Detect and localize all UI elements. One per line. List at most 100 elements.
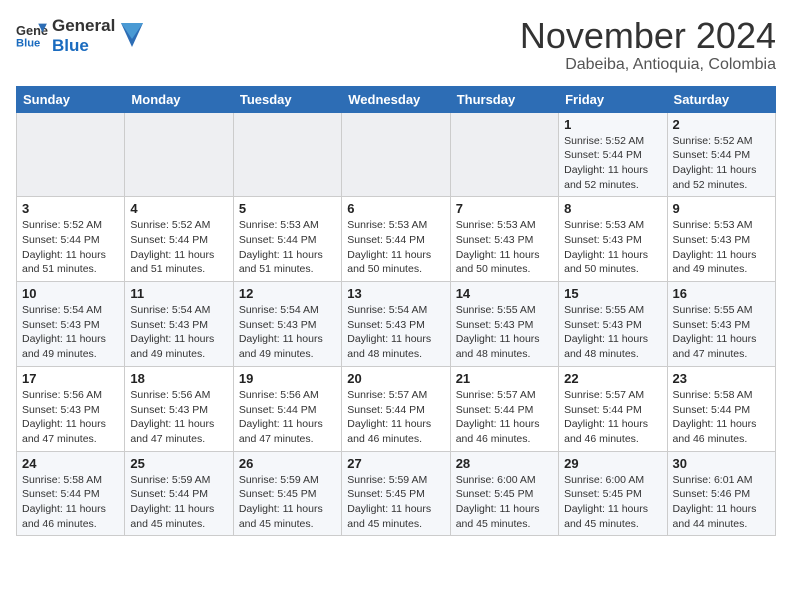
calendar-cell: 15 Sunrise: 5:55 AM Sunset: 5:43 PM Dayli… [559, 282, 667, 367]
day-number: 28 [456, 456, 553, 471]
day-info: Sunrise: 5:55 AM Sunset: 5:43 PM Dayligh… [673, 303, 770, 362]
header-thursday: Thursday [450, 86, 558, 112]
calendar-cell: 29Sunrise: 6:00 AM Sunset: 5:45 PM Dayli… [559, 451, 667, 536]
calendar-week-row-2: 3Sunrise: 5:52 AM Sunset: 5:44 PM Daylig… [17, 197, 776, 282]
calendar-cell: 5 Sunrise: 5:53 AM Sunset: 5:44 PM Daylig… [233, 197, 341, 282]
day-number: 22 [564, 371, 661, 386]
day-info: Sunrise: 6:01 AM Sunset: 5:46 PM Dayligh… [673, 473, 770, 532]
day-number: 20 [347, 371, 444, 386]
calendar-cell [450, 112, 558, 197]
day-number: 9 [673, 201, 770, 216]
calendar-week-row-3: 10 Sunrise: 5:54 AM Sunset: 5:43 PM Dayli… [17, 282, 776, 367]
svg-text:Blue: Blue [16, 37, 40, 49]
calendar-cell [17, 112, 125, 197]
header-monday: Monday [125, 86, 233, 112]
day-number: 8 [564, 201, 661, 216]
weekday-header-row: Sunday Monday Tuesday Wednesday Thursday… [17, 86, 776, 112]
day-number: 21 [456, 371, 553, 386]
day-info: Sunrise: 5:53 AM Sunset: 5:43 PM Dayligh… [456, 218, 553, 277]
day-number: 30 [673, 456, 770, 471]
calendar-cell: 2 Sunrise: 5:52 AM Sunset: 5:44 PM Daylig… [667, 112, 775, 197]
calendar-cell: 10 Sunrise: 5:54 AM Sunset: 5:43 PM Dayli… [17, 282, 125, 367]
day-info: Sunrise: 5:55 AM Sunset: 5:43 PM Dayligh… [564, 303, 661, 362]
day-number: 25 [130, 456, 227, 471]
day-number: 4 [130, 201, 227, 216]
day-info: Sunrise: 5:58 AM Sunset: 5:44 PM Dayligh… [673, 388, 770, 447]
calendar-cell: 17 Sunrise: 5:56 AM Sunset: 5:43 PM Dayli… [17, 366, 125, 451]
calendar-cell: 24 Sunrise: 5:58 AM Sunset: 5:44 PM Dayli… [17, 451, 125, 536]
calendar-cell: 1Sunrise: 5:52 AM Sunset: 5:44 PM Daylig… [559, 112, 667, 197]
calendar-cell: 8Sunrise: 5:53 AM Sunset: 5:43 PM Daylig… [559, 197, 667, 282]
day-info: Sunrise: 5:56 AM Sunset: 5:43 PM Dayligh… [22, 388, 119, 447]
day-number: 15 [564, 286, 661, 301]
calendar-table: Sunday Monday Tuesday Wednesday Thursday… [16, 86, 776, 537]
day-number: 17 [22, 371, 119, 386]
logo-blue: Blue [52, 36, 115, 56]
day-info: Sunrise: 5:52 AM Sunset: 5:44 PM Dayligh… [22, 218, 119, 277]
calendar-cell [233, 112, 341, 197]
day-info: Sunrise: 5:54 AM Sunset: 5:43 PM Dayligh… [347, 303, 444, 362]
calendar-cell: 3Sunrise: 5:52 AM Sunset: 5:44 PM Daylig… [17, 197, 125, 282]
day-number: 16 [673, 286, 770, 301]
calendar-cell: 28 Sunrise: 6:00 AM Sunset: 5:45 PM Dayli… [450, 451, 558, 536]
day-info: Sunrise: 5:53 AM Sunset: 5:44 PM Dayligh… [347, 218, 444, 277]
calendar-cell: 16 Sunrise: 5:55 AM Sunset: 5:43 PM Dayli… [667, 282, 775, 367]
calendar-cell: 23 Sunrise: 5:58 AM Sunset: 5:44 PM Dayli… [667, 366, 775, 451]
day-info: Sunrise: 6:00 AM Sunset: 5:45 PM Dayligh… [564, 473, 661, 532]
calendar-cell [125, 112, 233, 197]
calendar-cell: 12Sunrise: 5:54 AM Sunset: 5:43 PM Dayli… [233, 282, 341, 367]
day-info: Sunrise: 5:59 AM Sunset: 5:45 PM Dayligh… [239, 473, 336, 532]
calendar-cell: 20 Sunrise: 5:57 AM Sunset: 5:44 PM Dayli… [342, 366, 450, 451]
calendar-cell: 7 Sunrise: 5:53 AM Sunset: 5:43 PM Daylig… [450, 197, 558, 282]
day-number: 2 [673, 117, 770, 132]
calendar-cell: 11 Sunrise: 5:54 AM Sunset: 5:43 PM Dayli… [125, 282, 233, 367]
calendar-cell: 13 Sunrise: 5:54 AM Sunset: 5:43 PM Dayli… [342, 282, 450, 367]
calendar-cell: 18Sunrise: 5:56 AM Sunset: 5:43 PM Dayli… [125, 366, 233, 451]
day-info: Sunrise: 5:53 AM Sunset: 5:44 PM Dayligh… [239, 218, 336, 277]
day-number: 12 [239, 286, 336, 301]
calendar-cell: 22 Sunrise: 5:57 AM Sunset: 5:44 PM Dayli… [559, 366, 667, 451]
calendar-cell: 26Sunrise: 5:59 AM Sunset: 5:45 PM Dayli… [233, 451, 341, 536]
day-number: 7 [456, 201, 553, 216]
day-number: 18 [130, 371, 227, 386]
day-number: 23 [673, 371, 770, 386]
logo-icon: General Blue [16, 22, 48, 50]
day-number: 13 [347, 286, 444, 301]
header-sunday: Sunday [17, 86, 125, 112]
header-saturday: Saturday [667, 86, 775, 112]
logo: General Blue General Blue [16, 16, 143, 55]
day-number: 6 [347, 201, 444, 216]
calendar-cell: 14Sunrise: 5:55 AM Sunset: 5:43 PM Dayli… [450, 282, 558, 367]
day-info: Sunrise: 5:57 AM Sunset: 5:44 PM Dayligh… [564, 388, 661, 447]
header: General Blue General Blue November 2024 … [16, 16, 776, 74]
day-info: Sunrise: 5:58 AM Sunset: 5:44 PM Dayligh… [22, 473, 119, 532]
day-info: Sunrise: 5:56 AM Sunset: 5:44 PM Dayligh… [239, 388, 336, 447]
day-number: 14 [456, 286, 553, 301]
day-info: Sunrise: 5:52 AM Sunset: 5:44 PM Dayligh… [130, 218, 227, 277]
day-number: 10 [22, 286, 119, 301]
calendar-week-row-1: 1Sunrise: 5:52 AM Sunset: 5:44 PM Daylig… [17, 112, 776, 197]
calendar-cell: 19 Sunrise: 5:56 AM Sunset: 5:44 PM Dayli… [233, 366, 341, 451]
day-number: 19 [239, 371, 336, 386]
calendar-cell: 27Sunrise: 5:59 AM Sunset: 5:45 PM Dayli… [342, 451, 450, 536]
page-container: General Blue General Blue November 2024 … [0, 0, 792, 546]
day-info: Sunrise: 5:57 AM Sunset: 5:44 PM Dayligh… [347, 388, 444, 447]
logo-general: General [52, 16, 115, 36]
calendar-cell: 4 Sunrise: 5:52 AM Sunset: 5:44 PM Daylig… [125, 197, 233, 282]
day-number: 5 [239, 201, 336, 216]
header-wednesday: Wednesday [342, 86, 450, 112]
day-info: Sunrise: 5:52 AM Sunset: 5:44 PM Dayligh… [673, 134, 770, 193]
logo-triangle-icon [121, 23, 143, 47]
day-number: 11 [130, 286, 227, 301]
header-friday: Friday [559, 86, 667, 112]
location-subtitle: Dabeiba, Antioquia, Colombia [520, 56, 776, 74]
calendar-week-row-5: 24 Sunrise: 5:58 AM Sunset: 5:44 PM Dayli… [17, 451, 776, 536]
calendar-week-row-4: 17 Sunrise: 5:56 AM Sunset: 5:43 PM Dayli… [17, 366, 776, 451]
header-tuesday: Tuesday [233, 86, 341, 112]
day-info: Sunrise: 6:00 AM Sunset: 5:45 PM Dayligh… [456, 473, 553, 532]
day-info: Sunrise: 5:54 AM Sunset: 5:43 PM Dayligh… [130, 303, 227, 362]
day-number: 24 [22, 456, 119, 471]
day-info: Sunrise: 5:53 AM Sunset: 5:43 PM Dayligh… [673, 218, 770, 277]
calendar-cell: 6 Sunrise: 5:53 AM Sunset: 5:44 PM Daylig… [342, 197, 450, 282]
day-info: Sunrise: 5:54 AM Sunset: 5:43 PM Dayligh… [22, 303, 119, 362]
